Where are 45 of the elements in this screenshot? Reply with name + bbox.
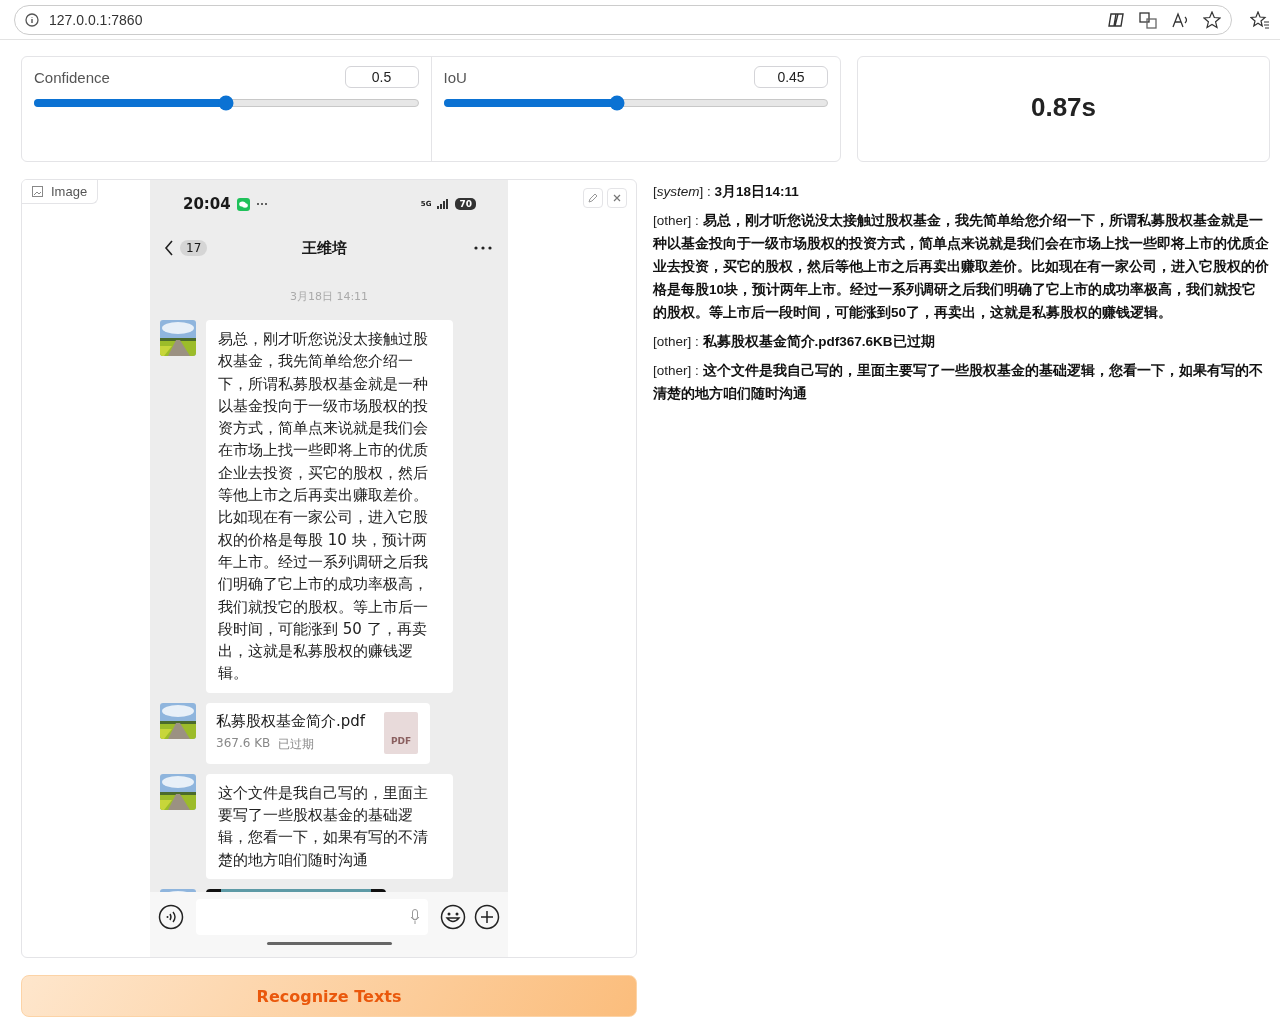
- pdf-icon: PDF: [384, 711, 418, 754]
- result-line: [other] : 私募股权基金简介.pdf367.6KB已过期: [653, 333, 936, 351]
- contact-name: 王维培: [301, 238, 349, 258]
- value-field[interactable]: 0.45: [754, 66, 828, 88]
- close-icon: [613, 194, 621, 202]
- message-bubble: 易总，刚才听您说没太接触过股权基金，我先简单给您介绍一下，所谓私募股权基金就是一种以基金投向于一级市场股权的投资方式，简单点来说就是我们会在市场上找一些即将上市的优质企业去投资，买它的股权，然后等他上市之后再卖出赚取差价。比如现在有一家公司，进入它股权的价格是每股 10 块，预计两年上市。经过一系列调研之后我们明确了它上市的成功率极高，我们就投它的股权。等上市后一段时间，可能涨到 50 了，再卖出，这就是私募股权的赚钱逻辑。: [206, 320, 453, 693]
- voice-icon[interactable]: [158, 904, 184, 930]
- unread-count: 17: [180, 240, 208, 256]
- battery-level: 70: [455, 198, 476, 210]
- info-icon: [25, 12, 39, 27]
- image-label: Image: [22, 180, 99, 204]
- message-input[interactable]: [196, 899, 428, 935]
- plus-icon[interactable]: [474, 904, 500, 930]
- chat-app-icon: [236, 197, 250, 211]
- edit-button[interactable]: [583, 188, 603, 208]
- more-icon: [255, 202, 268, 206]
- file-card[interactable]: 私募股权基金简介.pdf 367.6 KB 已过期 PDF: [206, 702, 430, 764]
- url-text: 127.0.0.1:7860: [49, 11, 143, 28]
- close-button[interactable]: [607, 188, 627, 208]
- slider-label: IoU: [443, 68, 467, 86]
- favorites-icon[interactable]: [1250, 10, 1270, 29]
- chat-date: 3月18日 14:11: [288, 289, 370, 305]
- translate-icon[interactable]: [1139, 10, 1157, 29]
- inference-time: 0.87s: [1030, 91, 1097, 123]
- status-time: 20:04: [183, 195, 231, 213]
- signal-icon: [437, 199, 450, 209]
- slider-label: Confidence: [34, 68, 110, 86]
- file-size: 367.6 KB: [216, 735, 271, 752]
- read-aloud-icon[interactable]: [1171, 10, 1189, 29]
- back-icon[interactable]: [164, 240, 174, 256]
- result-line: [other] : 易总，刚才听您说没太接触过股权基金，我先简单给您介绍一下，所谓私募股权基金就是一种以基金投向于一级市场股权的投资方式，简单点来说就是我们会在市场上找一些即将上市的优质企业去投资，买它的股权，然后等他上市之后再卖出赚取差价。比如现在有一家公司，进入它股权的价格是每股10块，预计两年上市。经过一系列调研之后我们明确了它上市的成功率极高，我们就投它的股权。等上市后一段时间，可能涨到50了，再卖出，这就是私募股权的赚钱逻辑。: [653, 212, 1270, 322]
- image-icon: [32, 186, 43, 197]
- value-field[interactable]: 0.5: [344, 66, 419, 88]
- result-line: [other] : 这个文件是我自己写的，里面主要写了一些股权基金的基础逻辑，您看一下，如果有写的不清楚的地方咱们随时沟通: [653, 362, 1264, 403]
- star-icon[interactable]: [1203, 10, 1221, 29]
- slider-thumb[interactable]: [218, 95, 234, 111]
- slider-thumb[interactable]: [609, 95, 625, 111]
- pencil-icon: [588, 193, 598, 203]
- more-icon[interactable]: [474, 246, 492, 250]
- file-status: 已过期: [278, 735, 315, 753]
- microphone-icon: [410, 909, 420, 925]
- result-line: [system] : 3月18日14:11: [653, 183, 800, 201]
- emoji-icon[interactable]: [440, 904, 466, 930]
- message-bubble: 这个文件是我自己写的，里面主要写了一些股权基金的基础逻辑，您看一下，如果有写的不清楚的地方咱们随时沟通: [206, 773, 453, 879]
- file-name: 私募股权基金简介.pdf: [216, 711, 366, 731]
